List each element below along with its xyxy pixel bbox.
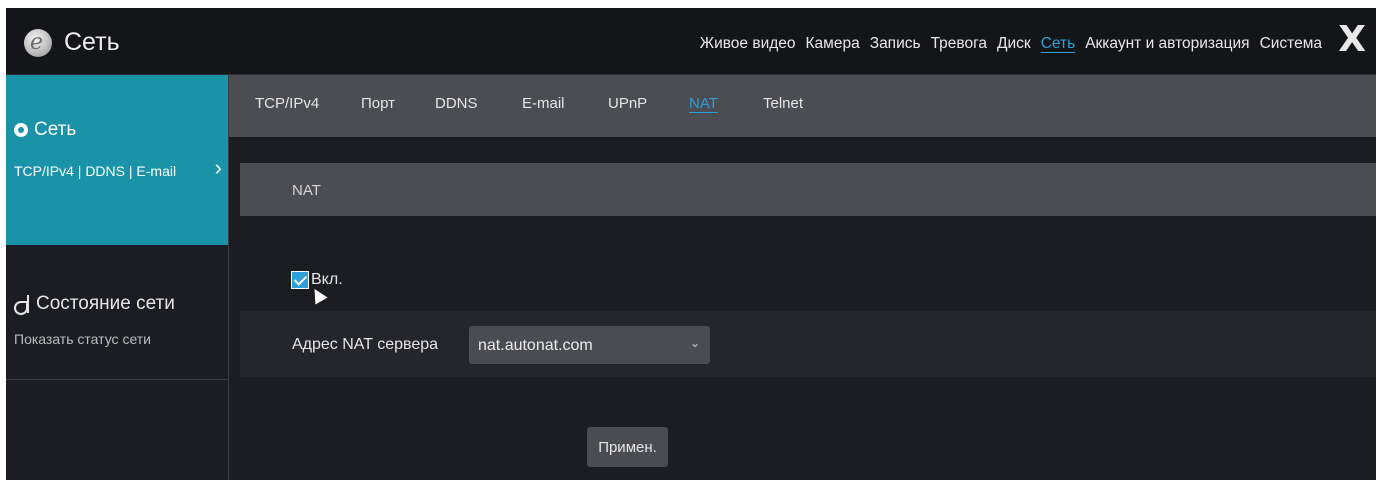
sidebar-item-links: TCP/IPv4 | DDNS | E-mail: [14, 163, 177, 179]
top-bar: e Сеть Живое видео Камера Запись Тревога…: [6, 8, 1376, 75]
sidebar-item-label: Состояние сети: [36, 293, 175, 314]
tab-telnet[interactable]: Telnet: [763, 95, 803, 112]
sidebar: Сеть TCP/IPv4 | DDNS | E-mail › Состояни…: [6, 75, 229, 480]
top-nav: Живое видео Камера Запись Тревога Диск С…: [690, 35, 1322, 53]
nav-item-camera[interactable]: Камера: [806, 35, 860, 53]
sidebar-item-subtitle: Показать статус сети: [14, 331, 151, 347]
enable-label: Вкл.: [311, 271, 343, 288]
main-panel: TCP/IPv4 Порт DDNS E-mail UPnP NAT Telne…: [229, 75, 1376, 480]
nav-item-system[interactable]: Система: [1260, 35, 1322, 53]
tab-email[interactable]: E-mail: [522, 95, 565, 112]
tab-ddns[interactable]: DDNS: [435, 95, 478, 112]
nav-item-alarm[interactable]: Тревога: [931, 35, 987, 53]
tab-nat[interactable]: NAT: [689, 95, 718, 112]
close-button[interactable]: X: [1338, 22, 1366, 58]
nat-server-select[interactable]: nat.autonat.com ⌄: [469, 326, 710, 364]
network-status-icon: [14, 295, 30, 315]
sidebar-item-network-status[interactable]: Состояние сети Показать статус сети: [6, 245, 228, 380]
network-settings-icon: [14, 123, 28, 137]
apply-button[interactable]: Примен.: [587, 427, 668, 467]
logo-icon: e: [24, 29, 52, 57]
enable-checkbox[interactable]: [291, 271, 309, 289]
sidebar-item-status-title: Состояние сети: [14, 293, 175, 315]
nat-server-row: Адрес NAT сервера nat.autonat.com ⌄: [240, 311, 1376, 377]
page-title: Сеть: [64, 28, 120, 56]
nav-item-live-video[interactable]: Живое видео: [700, 35, 796, 53]
nav-item-account[interactable]: Аккаунт и авторизация: [1085, 35, 1249, 53]
section-header: NAT: [240, 163, 1376, 216]
nav-item-record[interactable]: Запись: [870, 35, 921, 53]
tab-port[interactable]: Порт: [361, 95, 395, 112]
nat-server-value: nat.autonat.com: [478, 337, 593, 354]
chevron-down-icon: ⌄: [689, 336, 700, 350]
nav-item-disk[interactable]: Диск: [997, 35, 1031, 53]
sidebar-item-network[interactable]: Сеть TCP/IPv4 | DDNS | E-mail ›: [6, 75, 228, 245]
tab-upnp[interactable]: UPnP: [608, 95, 647, 112]
sub-tabs: TCP/IPv4 Порт DDNS E-mail UPnP NAT Telne…: [229, 75, 1376, 137]
section-title: NAT: [292, 182, 321, 199]
sidebar-item-network-title: Сеть: [14, 119, 76, 141]
nat-server-label: Адрес NAT сервера: [292, 336, 439, 353]
nav-item-network[interactable]: Сеть: [1041, 35, 1075, 53]
sidebar-item-label: Сеть: [34, 119, 77, 140]
chevron-right-icon: ›: [214, 155, 222, 180]
app-window: e Сеть Живое видео Камера Запись Тревога…: [6, 8, 1376, 480]
tab-tcpipv4[interactable]: TCP/IPv4: [255, 95, 319, 112]
